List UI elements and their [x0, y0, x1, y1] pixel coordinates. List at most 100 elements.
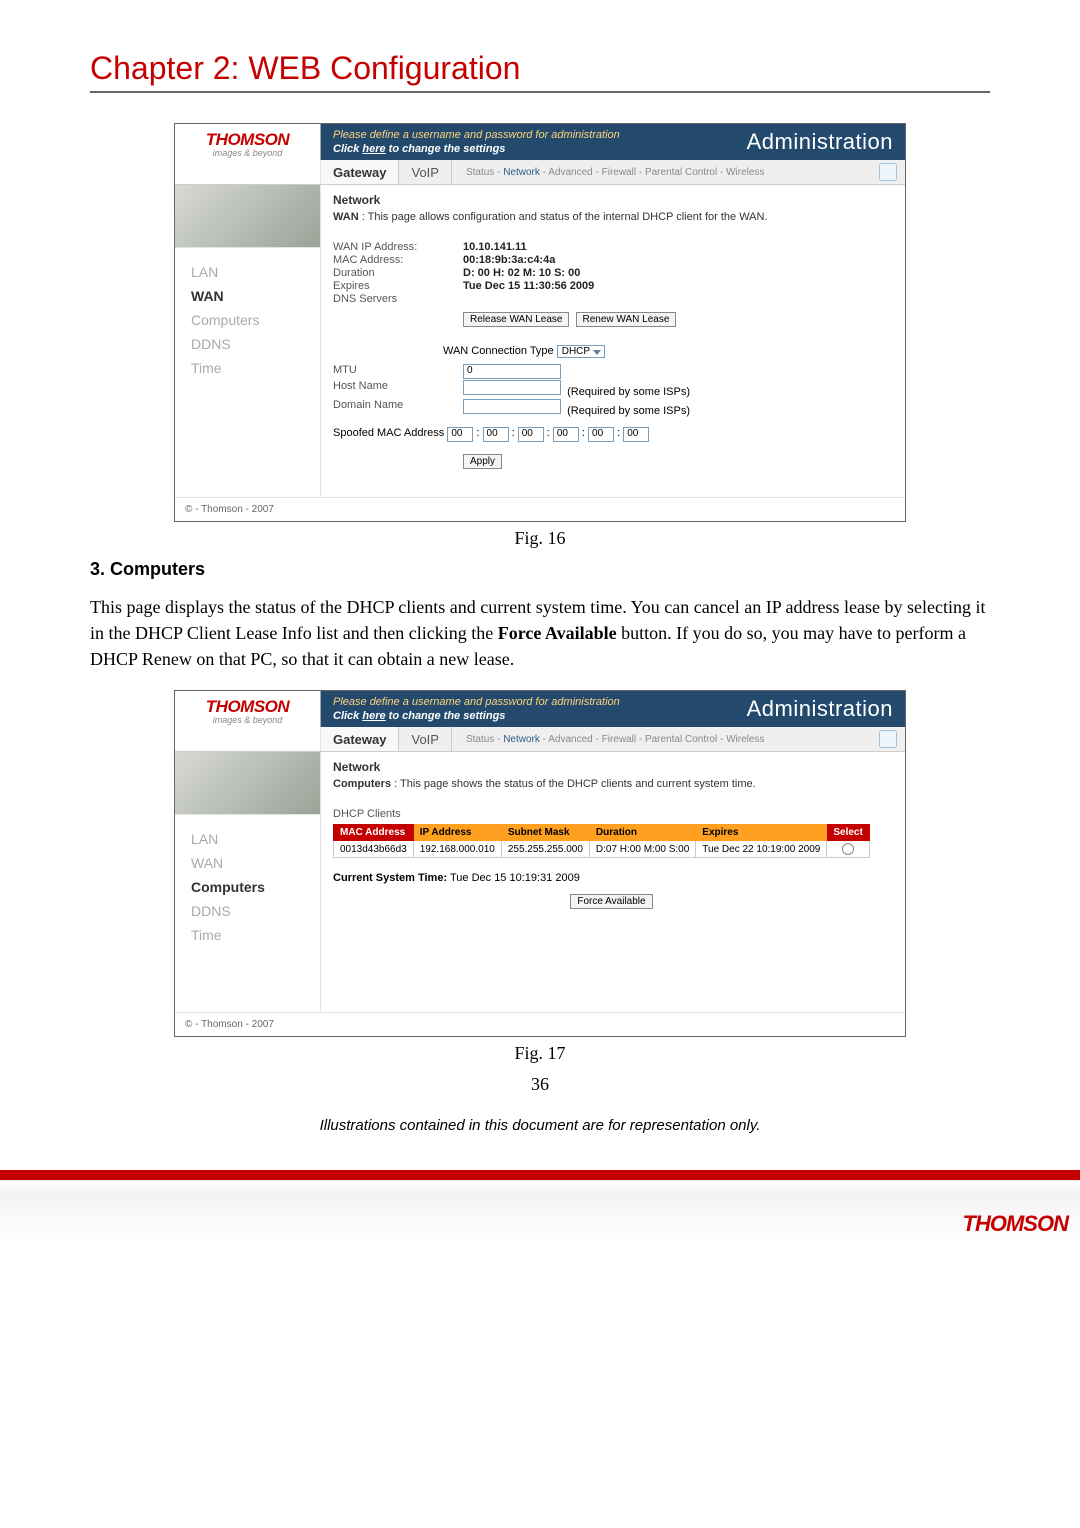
- subnav-network[interactable]: Network: [503, 167, 540, 178]
- footer-red-stripe: [0, 1170, 1080, 1180]
- section-desc-text: This page allows configuration and statu…: [368, 211, 768, 223]
- mac-value: 00:18:9b:3a:c4:4a: [463, 254, 555, 266]
- col-duration: Duration: [589, 825, 695, 841]
- subnav-parental[interactable]: Parental Control: [645, 167, 717, 178]
- section-description: Computers : This page shows the status o…: [333, 778, 893, 790]
- domain-name-note: (Required by some ISPs): [567, 405, 690, 417]
- system-time-value: Tue Dec 15 10:19:31 2009: [450, 872, 580, 884]
- logo-text: THOMSON: [175, 130, 320, 150]
- spoof-mac-3[interactable]: 00: [553, 427, 579, 442]
- banner-line2: Click here to change the settings: [333, 710, 505, 722]
- sidebar-item-ddns[interactable]: DDNS: [175, 899, 320, 923]
- banner-here-link[interactable]: here: [362, 710, 385, 722]
- brand-logo: THOMSON images & beyond: [175, 691, 321, 727]
- figure-17-screenshot: THOMSON images & beyond Please define a …: [174, 690, 906, 1037]
- logo-subtext: images & beyond: [175, 148, 320, 158]
- cell-mask: 255.255.255.000: [501, 841, 589, 858]
- spoof-mac-2[interactable]: 00: [518, 427, 544, 442]
- logo-subtext: images & beyond: [175, 715, 320, 725]
- sidebar-item-lan[interactable]: LAN: [175, 827, 320, 851]
- mtu-label: MTU: [333, 364, 463, 379]
- banner-line2: Click here to change the settings: [333, 143, 505, 155]
- tab-voip[interactable]: VoIP: [399, 727, 451, 751]
- spoof-mac-0[interactable]: 00: [447, 427, 473, 442]
- sidebar-item-lan[interactable]: LAN: [175, 260, 320, 284]
- figure-16-screenshot: THOMSON images & beyond Please define a …: [174, 123, 906, 522]
- screenshot-copyright: © - Thomson - 2007: [175, 497, 905, 521]
- force-available-button[interactable]: Force Available: [570, 894, 652, 909]
- apply-button[interactable]: Apply: [463, 454, 502, 469]
- subnav-firewall[interactable]: Firewall: [602, 734, 636, 745]
- banner-line2-pre: Click: [333, 710, 362, 722]
- subnav-advanced[interactable]: Advanced: [548, 734, 592, 745]
- col-ip: IP Address: [413, 825, 501, 841]
- expires-label: Expires: [333, 280, 463, 292]
- logo-text: THOMSON: [175, 697, 320, 717]
- sidebar-item-wan[interactable]: WAN: [175, 284, 320, 308]
- sidebar-item-time[interactable]: Time: [175, 923, 320, 947]
- sidebar-item-computers[interactable]: Computers: [175, 308, 320, 332]
- subnav-firewall[interactable]: Firewall: [602, 167, 636, 178]
- section-desc-label: Computers: [333, 778, 391, 790]
- host-name-note: (Required by some ISPs): [567, 386, 690, 398]
- screenshot-copyright: © - Thomson - 2007: [175, 1012, 905, 1036]
- mtu-input[interactable]: 0: [463, 364, 561, 379]
- sidebar-item-wan[interactable]: WAN: [175, 851, 320, 875]
- renew-wan-lease-button[interactable]: Renew WAN Lease: [576, 312, 677, 327]
- wan-ip-label: WAN IP Address:: [333, 241, 463, 253]
- col-mask: Subnet Mask: [501, 825, 589, 841]
- sidebar-item-computers[interactable]: Computers: [175, 875, 320, 899]
- col-expires: Expires: [696, 825, 827, 841]
- dns-label: DNS Servers: [333, 293, 463, 305]
- subnav: Status - Network - Advanced - Firewall -…: [452, 734, 879, 745]
- tab-gateway[interactable]: Gateway: [321, 160, 399, 184]
- sidebar-image: [175, 185, 320, 248]
- dhcp-clients-heading: DHCP Clients: [333, 808, 893, 820]
- wan-ip-value: 10.10.141.11: [463, 241, 527, 253]
- subnav-wireless[interactable]: Wireless: [726, 734, 764, 745]
- banner-admin-warning: Please define a username and password fo…: [333, 695, 620, 724]
- cell-duration: D:07 H:00 M:00 S:00: [589, 841, 695, 858]
- spoof-mac-1[interactable]: 00: [483, 427, 509, 442]
- tab-voip[interactable]: VoIP: [399, 160, 451, 184]
- banner-admin-warning: Please define a username and password fo…: [333, 128, 620, 157]
- subnav-advanced[interactable]: Advanced: [548, 167, 592, 178]
- sidebar-item-ddns[interactable]: DDNS: [175, 332, 320, 356]
- expires-value: Tue Dec 15 11:30:56 2009: [463, 280, 594, 292]
- subnav-status[interactable]: Status: [466, 734, 494, 745]
- col-select: Select: [827, 825, 869, 841]
- subnav-status[interactable]: Status: [466, 167, 494, 178]
- refresh-icon[interactable]: [879, 730, 897, 748]
- domain-name-label: Domain Name: [333, 399, 463, 417]
- banner-line2-post: to change the settings: [386, 143, 506, 155]
- table-row: 0013d43b66d3 192.168.000.010 255.255.255…: [334, 841, 870, 858]
- section-3-paragraph: This page displays the status of the DHC…: [90, 594, 990, 672]
- host-name-input[interactable]: [463, 380, 561, 395]
- section-desc-text: This page shows the status of the DHCP c…: [400, 778, 756, 790]
- system-time-label: Current System Time:: [333, 872, 447, 884]
- duration-label: Duration: [333, 267, 463, 279]
- banner-section: Administration: [747, 696, 893, 722]
- section-header: Network: [333, 193, 893, 207]
- domain-name-input[interactable]: [463, 399, 561, 414]
- subnav-parental[interactable]: Parental Control: [645, 734, 717, 745]
- spoof-mac-5[interactable]: 00: [623, 427, 649, 442]
- tab-gateway[interactable]: Gateway: [321, 727, 399, 751]
- section-3-bold: Force Available: [498, 623, 617, 643]
- wan-conn-type-row: WAN Connection Type DHCP: [443, 345, 893, 358]
- release-wan-lease-button[interactable]: Release WAN Lease: [463, 312, 569, 327]
- refresh-icon[interactable]: [879, 163, 897, 181]
- section-3-heading: 3. Computers: [90, 559, 990, 580]
- sidebar-item-time[interactable]: Time: [175, 356, 320, 380]
- subnav-network[interactable]: Network: [503, 734, 540, 745]
- chapter-title: Chapter 2: WEB Configuration: [90, 50, 990, 93]
- banner-here-link[interactable]: here: [362, 143, 385, 155]
- section-description: WAN : This page allows configuration and…: [333, 211, 893, 223]
- cell-ip: 192.168.000.010: [413, 841, 501, 858]
- col-mac: MAC Address: [334, 825, 414, 841]
- subnav-wireless[interactable]: Wireless: [726, 167, 764, 178]
- wan-conn-type-select[interactable]: DHCP: [557, 345, 605, 358]
- row-select-radio[interactable]: [842, 843, 854, 855]
- spoof-mac-4[interactable]: 00: [588, 427, 614, 442]
- host-name-label: Host Name: [333, 380, 463, 398]
